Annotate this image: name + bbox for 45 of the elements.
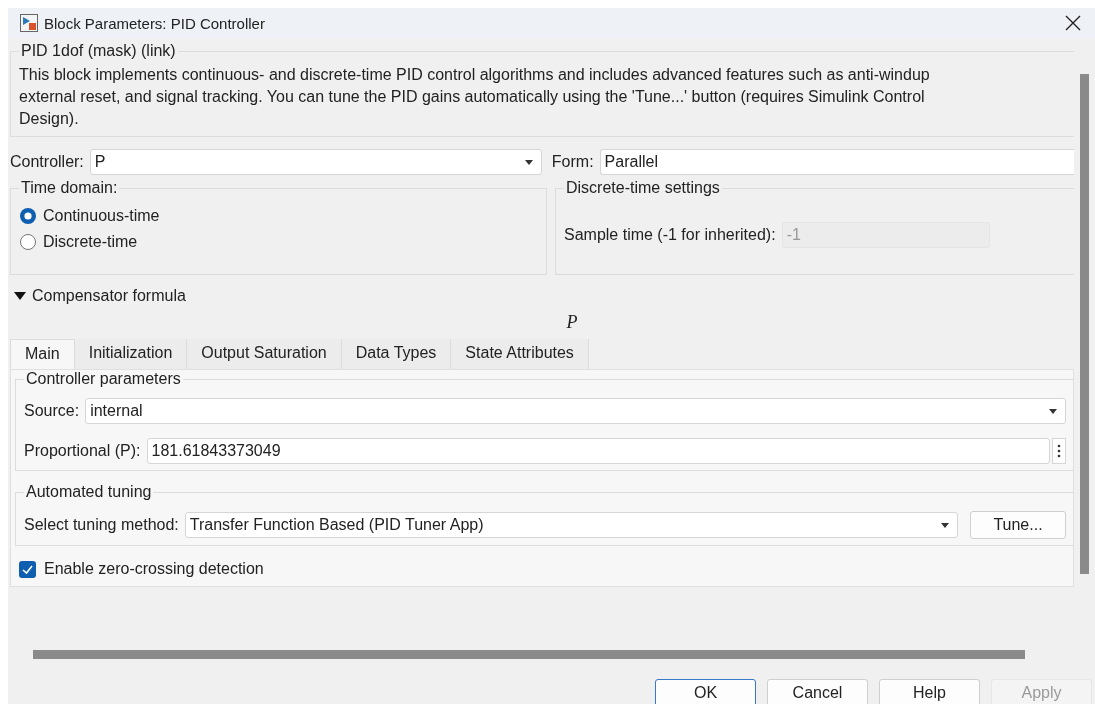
radio-button[interactable] bbox=[19, 207, 37, 225]
field-label: Form: bbox=[551, 153, 594, 171]
group-title: Time domain: bbox=[20, 179, 119, 197]
scrollbar-thumb[interactable] bbox=[33, 650, 1025, 659]
field-label: Controller: bbox=[10, 153, 84, 171]
proportional-field[interactable]: 181.61843373049 bbox=[146, 438, 1050, 464]
dialog-button[interactable]: Cancel bbox=[767, 679, 868, 704]
radio-label: Discrete-time bbox=[43, 233, 138, 251]
formula: P bbox=[566, 312, 578, 333]
more-icon bbox=[1057, 444, 1061, 458]
group-title: Discrete-time settings bbox=[565, 179, 721, 197]
scrollbar-thumb[interactable] bbox=[1080, 74, 1089, 574]
dialog-button[interactable]: Help bbox=[879, 679, 980, 704]
caret-icon bbox=[941, 522, 949, 528]
source-dropdown[interactable]: internal bbox=[85, 398, 1066, 424]
caret-icon bbox=[1049, 408, 1057, 414]
field-label: Source: bbox=[24, 402, 80, 420]
controller-dropdown[interactable]: P bbox=[89, 149, 542, 175]
group-title: Controller parameters bbox=[25, 370, 182, 388]
window-title: Block Parameters: PID Controller bbox=[44, 14, 265, 32]
block-icon bbox=[20, 14, 38, 32]
caret-icon bbox=[524, 159, 533, 165]
form-field[interactable]: Parallel bbox=[599, 149, 1074, 175]
tab[interactable]: Data Types bbox=[341, 339, 452, 369]
tab[interactable]: Main bbox=[10, 339, 75, 369]
close-icon[interactable] bbox=[1065, 15, 1081, 31]
checkbox[interactable] bbox=[19, 560, 36, 578]
description: This block implements continuous- and discrete-time PID control algorithms and includes advanced features such as anti-windup external reset, and signal tracking. You can tune the PID gains automatically using the 'Tune...' button (requires Simulink Control Design). bbox=[19, 65, 931, 129]
tab[interactable]: State Attributes bbox=[451, 339, 589, 369]
field-label: Proportional (P): bbox=[24, 442, 141, 460]
tune-button[interactable]: Tune... bbox=[970, 511, 1066, 539]
field-label: Select tuning method: bbox=[24, 516, 179, 534]
dialog-button[interactable]: OK bbox=[655, 679, 756, 704]
group-title: PID 1dof (mask) (link) bbox=[20, 42, 177, 60]
radio-button[interactable] bbox=[19, 233, 37, 251]
disclosure-triangle-icon[interactable] bbox=[14, 291, 26, 301]
field-label: Sample time (-1 for inherited): bbox=[564, 226, 776, 244]
section-toggle[interactable]: Compensator formula bbox=[32, 287, 186, 305]
radio-label: Continuous-time bbox=[43, 207, 160, 225]
tuning-method-dropdown[interactable]: Transfer Function Based (PID Tuner App) bbox=[184, 512, 958, 538]
tab[interactable]: Output Saturation bbox=[187, 339, 342, 369]
checkbox-label: Enable zero-crossing detection bbox=[44, 560, 264, 578]
tab[interactable]: Initialization bbox=[74, 339, 188, 369]
more-button[interactable] bbox=[1052, 438, 1066, 464]
group-title: Automated tuning bbox=[25, 483, 153, 501]
